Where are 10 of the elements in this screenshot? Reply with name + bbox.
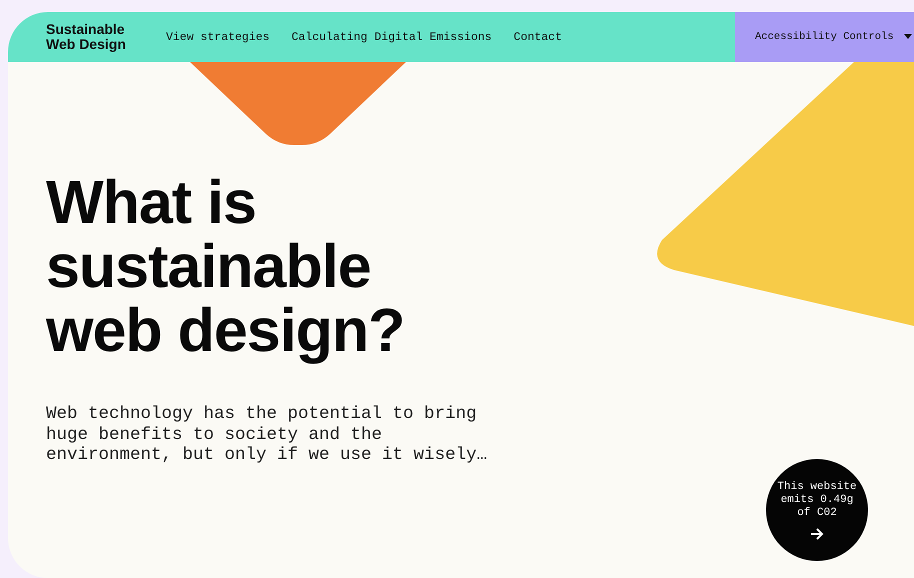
nav-link[interactable]: Calculating Digital Emissions — [292, 30, 492, 44]
caret-icon — [904, 34, 912, 40]
hero-heading: What is sustainable web design? — [46, 170, 406, 362]
nav-link[interactable]: View strategies — [166, 30, 270, 44]
arrow-right-icon — [810, 528, 824, 540]
nav-link[interactable]: Contact — [514, 30, 562, 44]
intro-paragraph: Web technology has the potential to bring huge benefits to society and the environment, but only if we use it wisely… — [46, 404, 488, 466]
logo-link[interactable]: Sustainable Web Design — [46, 22, 136, 52]
emissions-badge-link[interactable]: This website emits 0.49g of C02 — [766, 459, 868, 561]
accessibility-controls-dropdown[interactable]: Accessibility Controls — [735, 12, 914, 62]
